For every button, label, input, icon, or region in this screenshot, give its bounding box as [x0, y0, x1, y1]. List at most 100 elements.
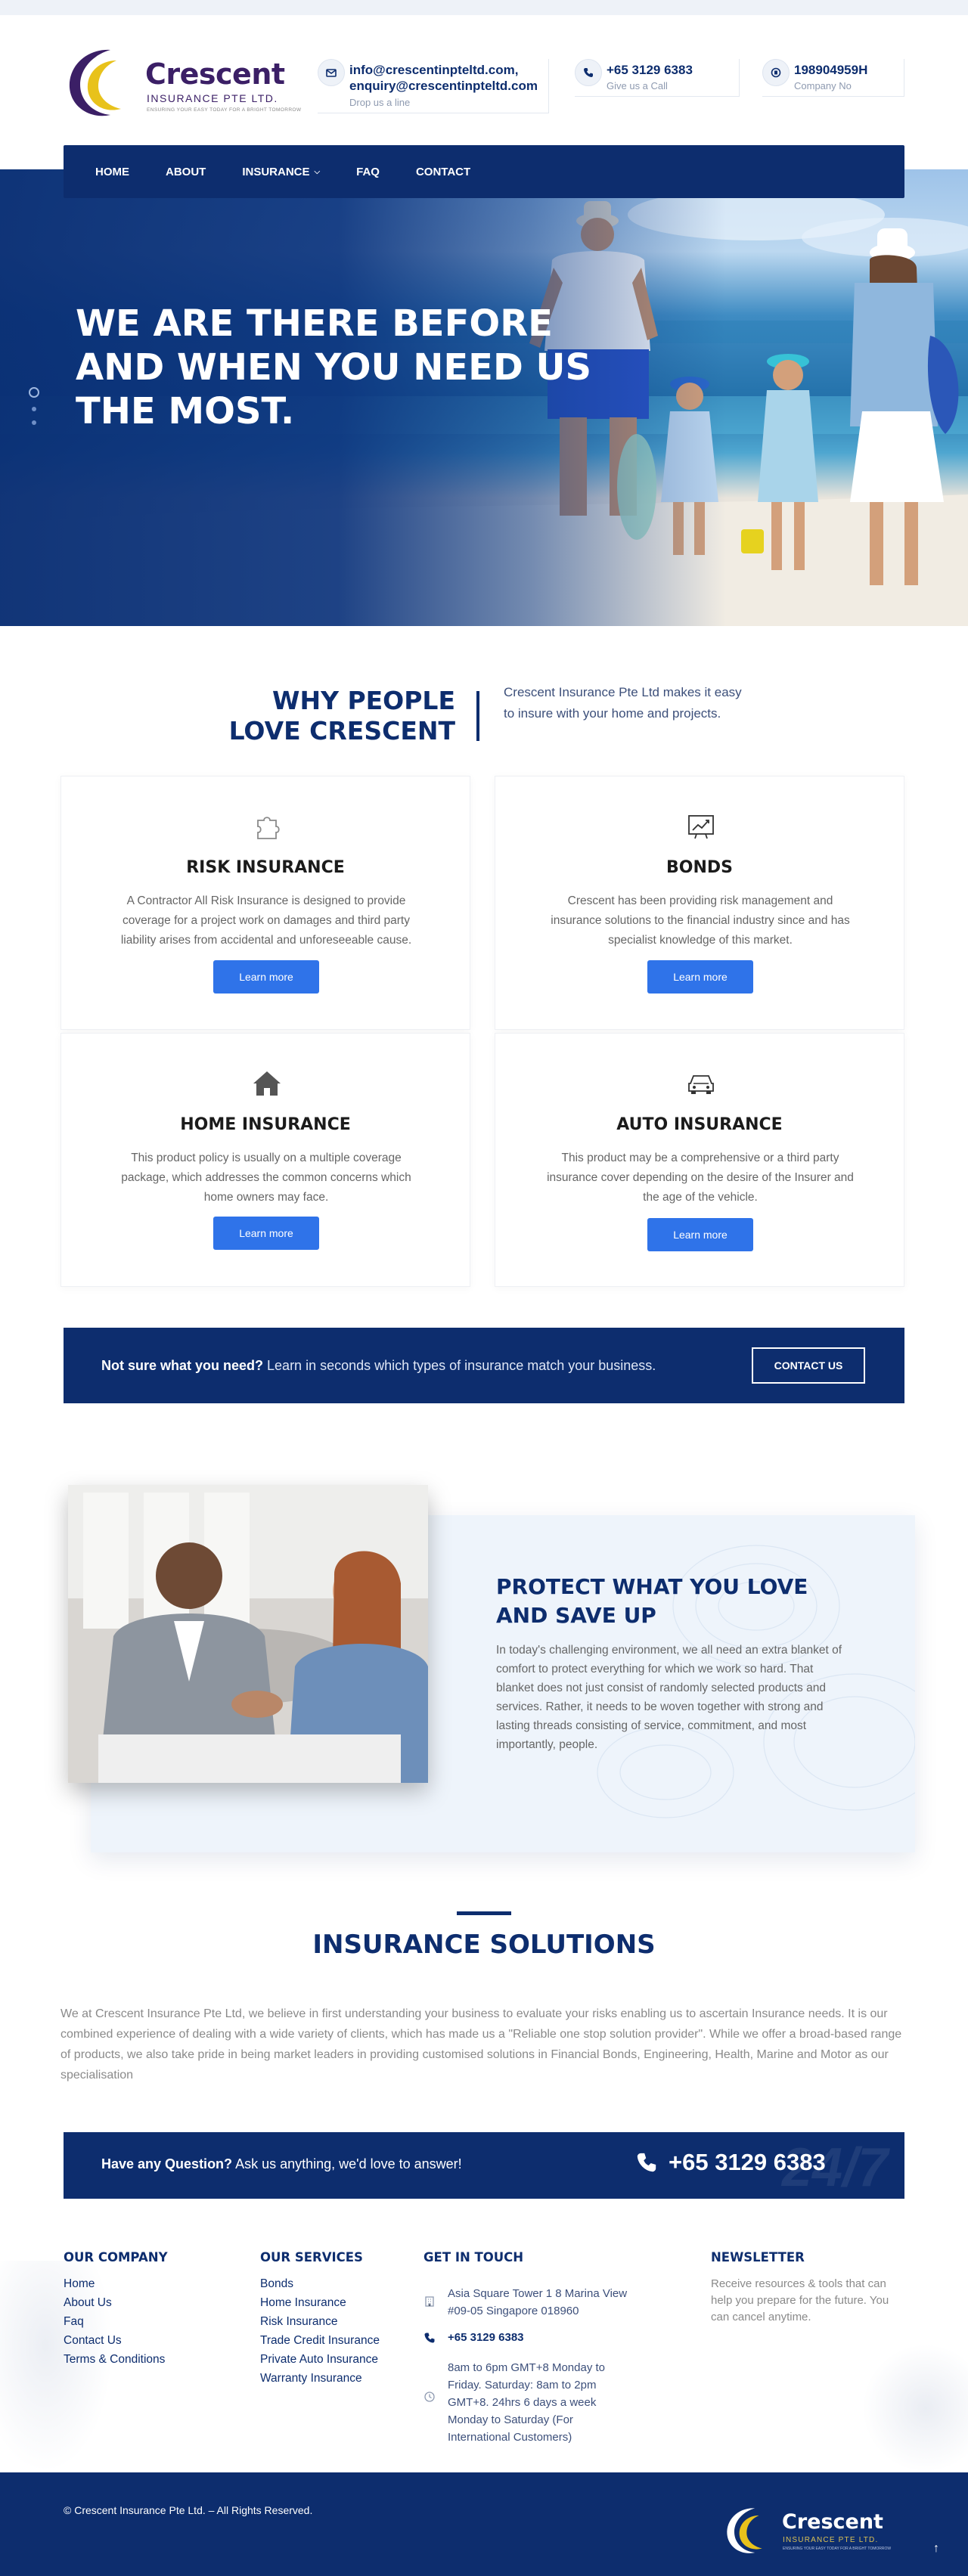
- header-email-primary[interactable]: info@crescentinpteltd.com,: [349, 62, 518, 78]
- footer-address: Asia Square Tower 1 8 Marina View #09-05…: [448, 2287, 628, 2317]
- card-auto-insurance: AUTO INSURANCE This product may be a com…: [495, 1033, 904, 1287]
- footer-link-bonds[interactable]: Bonds: [260, 2274, 380, 2293]
- card-title: RISK INSURANCE: [186, 858, 345, 877]
- site-logo[interactable]: Crescent INSURANCE PTE LTD. ENSURING YOU…: [64, 41, 301, 124]
- card-text: Crescent has been providing risk managem…: [551, 894, 850, 947]
- nav-about[interactable]: ABOUT: [166, 166, 206, 178]
- chart-board-icon: [688, 815, 714, 839]
- footer-link-about[interactable]: About Us: [64, 2293, 165, 2312]
- question-phone-number: +65 3129 6383: [669, 2149, 826, 2175]
- footer-link-home-insurance[interactable]: Home Insurance: [260, 2293, 380, 2312]
- nav-insurance-label: INSURANCE: [242, 165, 310, 178]
- envelope-icon: [318, 59, 345, 86]
- footer-hours: 8am to 6pm GMT+8 Monday to Friday. Satur…: [448, 2361, 606, 2444]
- handshake-photo: [68, 1485, 428, 1783]
- cta-banner-copy: Learn in seconds which types of insuranc…: [263, 1358, 656, 1373]
- why-divider: [476, 691, 479, 741]
- card-home-insurance: HOME INSURANCE This product policy is us…: [60, 1033, 470, 1287]
- brand-tagline: ENSURING YOUR EASY TODAY FOR A BRIGHT TO…: [147, 107, 302, 113]
- header-email-secondary[interactable]: enquiry@crescentinpteltd.com: [349, 78, 538, 94]
- contact-us-button[interactable]: CONTACT US: [752, 1347, 865, 1384]
- footer-bg-photo-right: [862, 2344, 968, 2472]
- nav-insurance[interactable]: INSURANCE ⌵: [242, 166, 320, 178]
- footer-link-trade-credit[interactable]: Trade Credit Insurance: [260, 2331, 380, 2350]
- footer-link-private-auto[interactable]: Private Auto Insurance: [260, 2350, 380, 2369]
- card-title: AUTO INSURANCE: [616, 1115, 783, 1134]
- learn-more-button[interactable]: Learn more: [647, 1218, 753, 1251]
- footer-link-faq[interactable]: Faq: [64, 2312, 165, 2331]
- footer-services-title: OUR SERVICES: [260, 2250, 363, 2264]
- hero-section: WE ARE THERE BEFORE AND WHEN YOU NEED US…: [0, 169, 968, 626]
- learn-more-button[interactable]: Learn more: [213, 960, 319, 994]
- header-company-box: 198904959H Company No: [762, 59, 904, 97]
- footer-link-warranty[interactable]: Warranty Insurance: [260, 2369, 380, 2388]
- top-strip: [0, 0, 968, 15]
- footer-link-risk-insurance[interactable]: Risk Insurance: [260, 2312, 380, 2331]
- phone-icon: [575, 59, 602, 86]
- nav-faq-label: FAQ: [356, 165, 380, 178]
- brand-subtitle: INSURANCE PTE LTD.: [147, 92, 278, 104]
- question-phone[interactable]: +65 3129 6383: [635, 2149, 826, 2176]
- footer-brand-tagline: ENSURING YOUR EASY TODAY FOR A BRIGHT TO…: [783, 2547, 892, 2551]
- footer-phone[interactable]: +65 3129 6383: [448, 2331, 524, 2344]
- solutions-accent-bar: [457, 1911, 511, 1915]
- building-icon: [425, 2296, 434, 2307]
- card-bonds: BONDS Crescent has been providing risk m…: [495, 776, 904, 1030]
- card-title: BONDS: [666, 858, 733, 877]
- card-title: HOME INSURANCE: [180, 1115, 351, 1134]
- header-email-caption: Drop us a line: [349, 97, 411, 108]
- nav-faq[interactable]: FAQ: [356, 166, 380, 178]
- slider-dot[interactable]: [32, 420, 36, 425]
- question-banner: 24/7 Have any Question? Ask us anything,…: [64, 2132, 904, 2199]
- why-text: Crescent Insurance Pte Ltd makes it easy…: [504, 685, 742, 721]
- phone-icon: [637, 2153, 656, 2172]
- home-icon: [253, 1071, 281, 1096]
- main-nav: HOME ABOUT INSURANCE ⌵ FAQ CONTACT: [64, 145, 904, 198]
- footer-bottom-bar: © Crescent Insurance Pte Ltd. – All Righ…: [0, 2472, 968, 2576]
- question-text: Have any Question? Ask us anything, we'd…: [101, 2156, 462, 2172]
- header-phone-number[interactable]: +65 3129 6383: [607, 62, 693, 78]
- clock-icon: [424, 2392, 435, 2402]
- why-title: WHY PEOPLE LOVE CRESCENT: [227, 686, 455, 746]
- footer-link-contact[interactable]: Contact Us: [64, 2331, 165, 2350]
- nav-contact[interactable]: CONTACT: [416, 166, 470, 178]
- footer-newsletter-text: Receive resources & tools that can help …: [711, 2277, 889, 2323]
- card-text: This product policy is usually on a mult…: [121, 1152, 411, 1204]
- handshake-illustration: [68, 1485, 428, 1783]
- chevron-down-icon: ⌵: [314, 167, 321, 176]
- header-phone-box[interactable]: +65 3129 6383 Give us a Call: [575, 59, 740, 97]
- header-email-box[interactable]: info@crescentinpteltd.com, enquiry@cresc…: [318, 59, 549, 113]
- learn-more-button[interactable]: Learn more: [647, 960, 753, 994]
- protect-text: In today's challenging environment, we a…: [496, 1644, 842, 1751]
- nav-about-label: ABOUT: [166, 165, 206, 178]
- copyright: © Crescent Insurance Pte Ltd. – All Righ…: [64, 2504, 313, 2516]
- card-risk-insurance: RISK INSURANCE A Contractor All Risk Ins…: [60, 776, 470, 1030]
- car-icon: [688, 1075, 714, 1094]
- question-bold: Have any Question?: [101, 2156, 233, 2171]
- nav-contact-label: CONTACT: [415, 165, 471, 178]
- building-icon: [762, 59, 790, 86]
- footer-brand-name: Crescent: [782, 2510, 883, 2534]
- header-phone-caption: Give us a Call: [607, 80, 668, 91]
- footer-company-title: OUR COMPANY: [64, 2250, 168, 2264]
- card-text: A Contractor All Risk Insurance is desig…: [120, 894, 412, 947]
- learn-more-button[interactable]: Learn more: [213, 1217, 319, 1250]
- slider-dot[interactable]: [32, 407, 36, 411]
- footer-company-links: Home About Us Faq Contact Us Terms & Con…: [64, 2274, 165, 2369]
- scroll-top-arrow-icon[interactable]: ↑: [933, 2542, 939, 2556]
- footer-link-terms[interactable]: Terms & Conditions: [64, 2350, 165, 2369]
- nav-home[interactable]: HOME: [95, 166, 129, 178]
- phone-icon: [424, 2333, 435, 2343]
- cta-banner-bold: Not sure what you need?: [101, 1358, 264, 1373]
- protect-title: PROTECT WHAT YOU LOVE AND SAVE UP: [496, 1574, 808, 1628]
- header-company-number: 198904959H: [794, 63, 868, 77]
- footer-link-home[interactable]: Home: [64, 2274, 165, 2293]
- cta-banner: Not sure what you need? Learn in seconds…: [64, 1328, 904, 1403]
- crescent-moon-icon: [727, 2508, 762, 2553]
- card-text: This product may be a comprehensive or a…: [547, 1152, 854, 1204]
- footer-services-links: Bonds Home Insurance Risk Insurance Trad…: [260, 2274, 380, 2388]
- slider-dot-active[interactable]: [29, 387, 39, 398]
- question-copy: Ask us anything, we'd love to answer!: [232, 2156, 462, 2171]
- puzzle-icon: [257, 817, 280, 839]
- solutions-text: We at Crescent Insurance Pte Ltd, we bel…: [60, 2007, 902, 2082]
